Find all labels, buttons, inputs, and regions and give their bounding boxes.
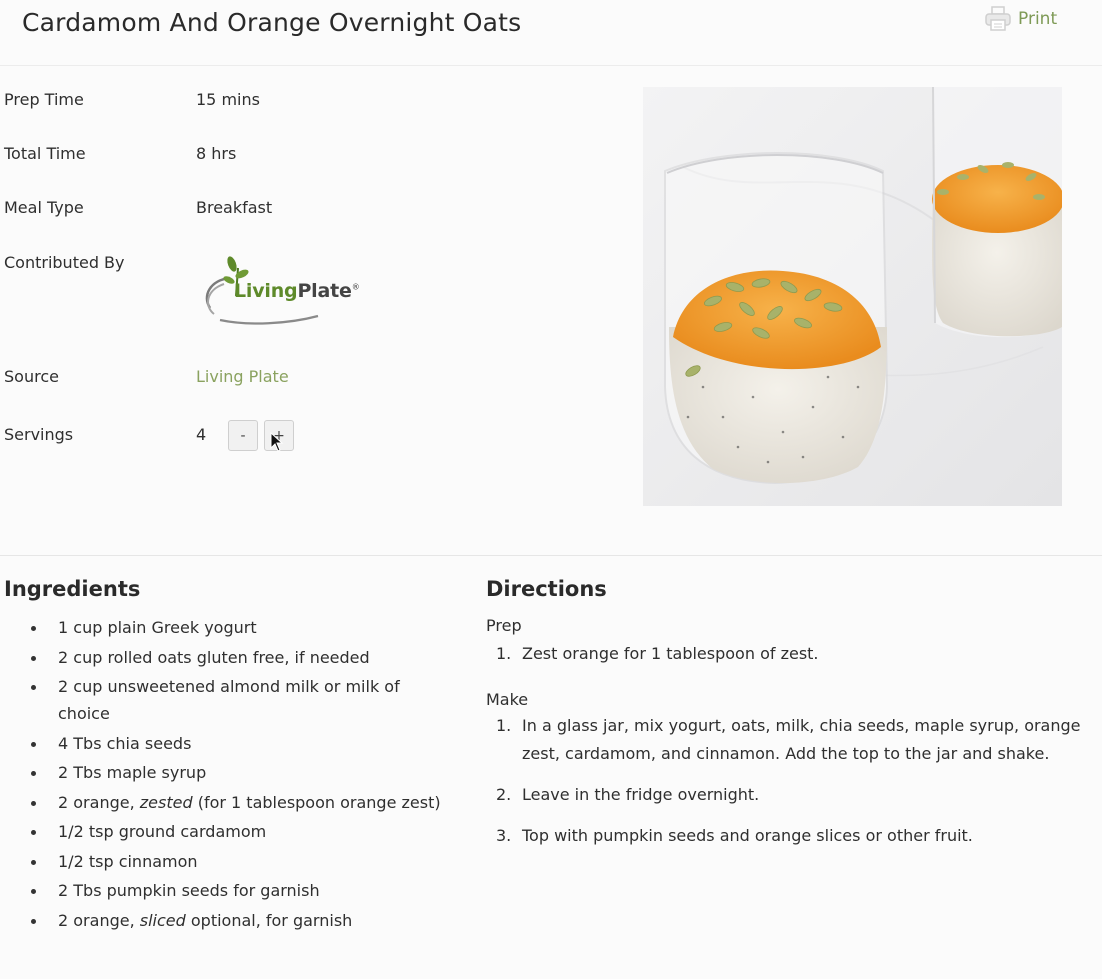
logo-word-plate: Plate — [297, 280, 352, 302]
step-text: Top with pumpkin seeds and orange slices… — [522, 826, 973, 845]
recipe-photo — [643, 87, 1062, 506]
printer-icon — [984, 6, 1012, 32]
servings-label: Servings — [4, 425, 74, 444]
ingredient-text: 1/2 tsp ground cardamom — [58, 822, 267, 841]
decrease-servings-button[interactable]: - — [228, 420, 258, 451]
ingredient-item: 2 Tbs maple syrup — [26, 759, 446, 786]
ingredient-item: 2 orange, zested (for 1 tablespoon orang… — [26, 789, 446, 816]
make-subheading: Make — [486, 690, 529, 709]
servings-value: 4 — [196, 425, 207, 444]
ingredient-text: 2 Tbs pumpkin seeds for garnish — [58, 881, 320, 900]
step-text: Zest orange for 1 tablespoon of zest. — [522, 644, 819, 663]
print-label: Print — [1018, 9, 1058, 29]
step-number: 2. — [496, 785, 512, 804]
contributed-by-label: Contributed By — [4, 253, 125, 272]
meal-type-label: Meal Type — [4, 198, 84, 217]
step-number: 1. — [496, 716, 512, 735]
ingredient-text: 1 cup plain Greek yogurt — [58, 618, 257, 637]
source-link[interactable]: Living Plate — [196, 367, 289, 386]
mouse-pointer-icon — [270, 431, 284, 456]
section-divider — [0, 555, 1102, 556]
logo-word-living: Living — [234, 280, 298, 302]
ingredient-prep-note: zested — [139, 792, 193, 812]
step-text: In a glass jar, mix yogurt, oats, milk, … — [522, 716, 1081, 763]
ingredient-item: 1/2 tsp ground cardamom — [26, 818, 446, 845]
ingredient-prep-note: sliced — [139, 910, 186, 930]
ingredient-item: 4 Tbs chia seeds — [26, 730, 446, 757]
page-title: Cardamom And Orange Overnight Oats — [22, 8, 522, 37]
step-number: 1. — [496, 644, 512, 663]
ingredient-text: 2 cup rolled oats gluten free, if needed — [58, 647, 370, 667]
ingredient-item: 2 Tbs pumpkin seeds for garnish — [26, 877, 446, 904]
step-number: 3. — [496, 826, 512, 845]
prep-time-value: 15 mins — [196, 90, 260, 109]
living-plate-logo: LivingPlate® — [198, 250, 388, 330]
make-steps-list: 1. In a glass jar, mix yogurt, oats, milk… — [496, 712, 1096, 863]
prep-steps-list: 1. Zest orange for 1 tablespoon of zest. — [496, 640, 1096, 681]
prep-time-label: Prep Time — [4, 90, 84, 109]
ingredient-item: 2 orange, sliced optional, for garnish — [26, 907, 446, 934]
ingredient-item: 2 cup rolled oats gluten free, if needed — [26, 644, 446, 671]
print-button[interactable]: Print — [984, 6, 1057, 32]
direction-step: 1. In a glass jar, mix yogurt, oats, milk… — [496, 712, 1096, 768]
ingredient-text: 2 orange, — [58, 792, 140, 812]
ingredient-detail: optional, for garnish — [185, 910, 353, 930]
ingredients-list: 1 cup plain Greek yogurt 2 cup rolled oat… — [26, 614, 446, 936]
ingredient-text: 2 orange, — [58, 910, 140, 930]
ingredient-item: 1 cup plain Greek yogurt — [26, 614, 446, 641]
ingredient-text: 1/2 tsp cinnamon — [58, 851, 198, 871]
ingredient-item: 1/2 tsp cinnamon — [26, 848, 446, 875]
ingredient-text: 2 cup unsweetened almond milk or milk of… — [58, 677, 400, 723]
direction-step: 3. Top with pumpkin seeds and orange slic… — [496, 822, 1096, 850]
direction-step: 2. Leave in the fridge overnight. — [496, 781, 1096, 809]
total-time-value: 8 hrs — [196, 144, 237, 163]
total-time-label: Total Time — [4, 144, 86, 163]
directions-heading: Directions — [486, 577, 607, 601]
ingredient-item: 2 cup unsweetened almond milk or milk of… — [26, 673, 446, 727]
ingredient-text: 2 Tbs maple syrup — [58, 763, 207, 782]
ingredients-heading: Ingredients — [4, 577, 141, 601]
ingredient-text: 4 Tbs chia seeds — [58, 733, 192, 753]
registered-mark-icon: ® — [351, 282, 360, 292]
ingredient-detail: (for 1 tablespoon orange zest) — [192, 792, 441, 812]
source-label: Source — [4, 367, 59, 386]
meal-type-value: Breakfast — [196, 198, 273, 217]
prep-subheading: Prep — [486, 616, 522, 635]
servings-stepper: - + — [228, 420, 294, 451]
step-text: Leave in the fridge overnight. — [522, 785, 760, 804]
direction-step: 1. Zest orange for 1 tablespoon of zest. — [496, 640, 1096, 668]
recipe-header: Cardamom And Orange Overnight Oats Print — [0, 0, 1102, 66]
logo-wordmark: LivingPlate® — [234, 280, 360, 302]
